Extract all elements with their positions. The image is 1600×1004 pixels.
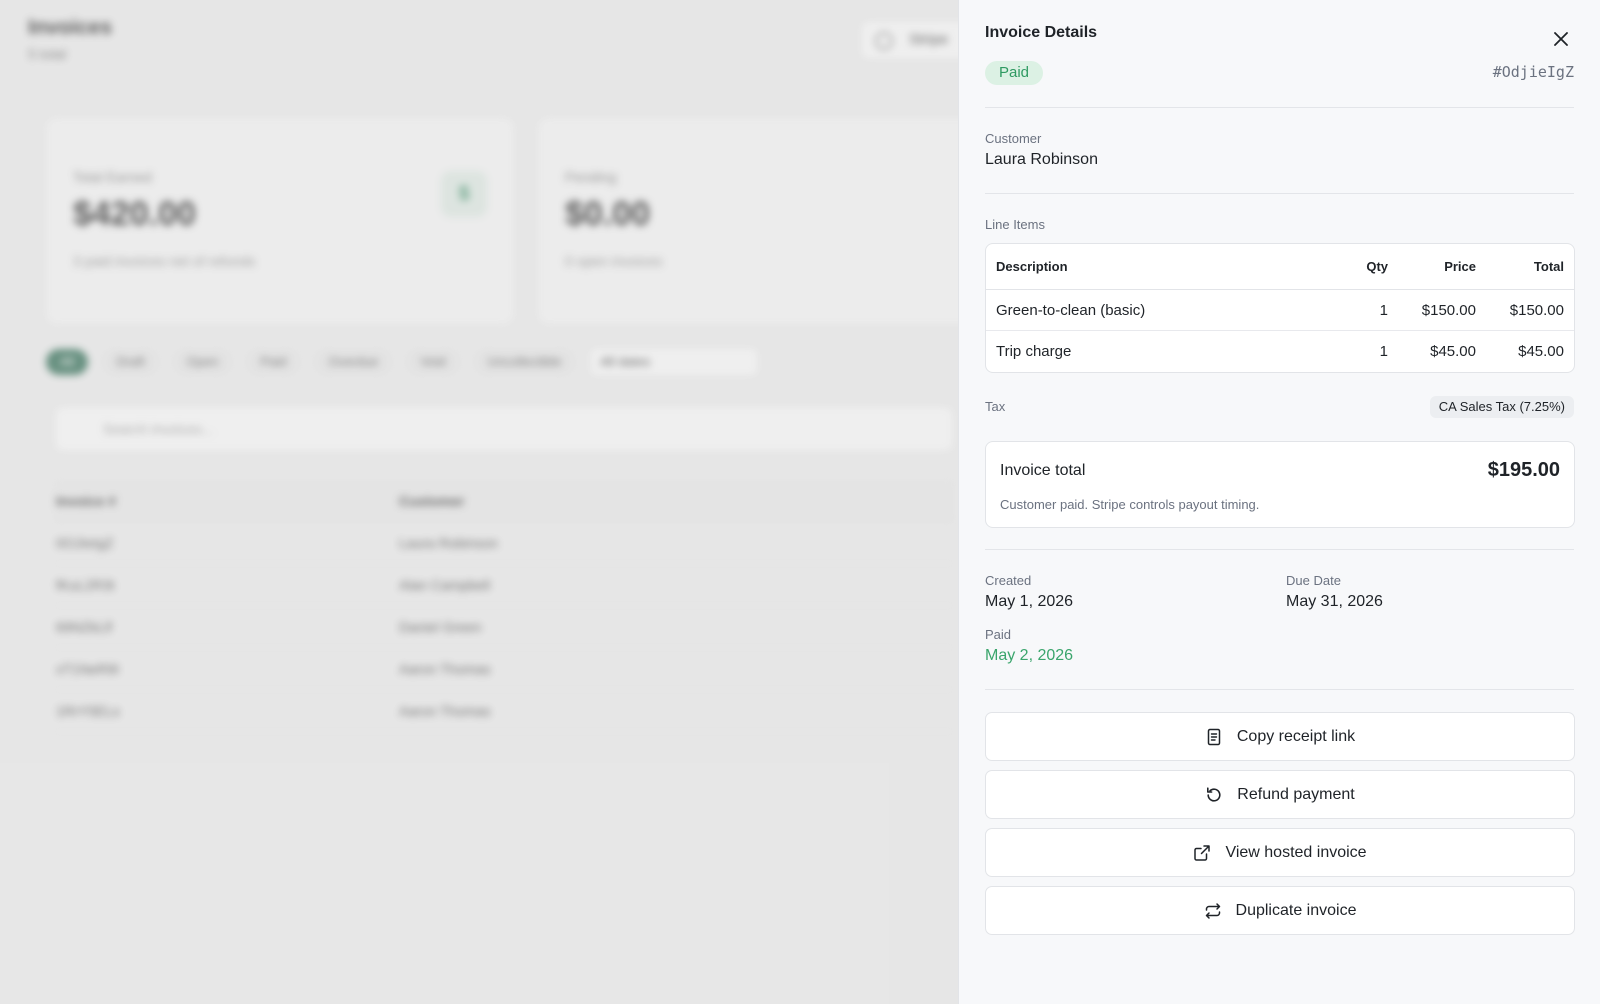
table-row: Green-to-clean (basic) 1 $150.00 $150.00 xyxy=(986,290,1574,331)
invoice-total-note: Customer paid. Stripe controls payout ti… xyxy=(1000,497,1260,512)
refund-payment-button[interactable]: Refund payment xyxy=(985,770,1575,819)
customer-label: Customer xyxy=(985,131,1042,146)
item-qty: 1 xyxy=(1379,301,1388,319)
divider xyxy=(985,689,1574,690)
invoice-total-label: Invoice total xyxy=(1000,462,1086,479)
repeat-icon xyxy=(1205,902,1220,919)
due-date-label: Due Date xyxy=(1286,573,1341,588)
table-row: Trip charge 1 $45.00 $45.00 xyxy=(986,331,1574,372)
divider xyxy=(985,193,1574,194)
item-total: $150.00 xyxy=(1509,301,1564,319)
invoice-total-card: Invoice total $195.00 Customer paid. Str… xyxy=(985,441,1575,528)
created-label: Created xyxy=(985,573,1032,588)
item-price: $45.00 xyxy=(1430,343,1476,360)
duplicate-invoice-label: Duplicate invoice xyxy=(1235,901,1357,919)
external-link-icon xyxy=(1194,844,1211,861)
close-button[interactable] xyxy=(1548,26,1574,52)
line-items-label: Line Items xyxy=(985,217,1045,232)
item-qty: 1 xyxy=(1379,343,1388,360)
copy-receipt-link-button[interactable]: Copy receipt link xyxy=(985,712,1575,761)
invoice-total-amount: $195.00 xyxy=(1487,459,1560,481)
copy-receipt-link-label: Copy receipt link xyxy=(1236,727,1356,745)
column-total: Total xyxy=(1533,259,1564,274)
created-date: May 1, 2026 xyxy=(985,593,1074,610)
column-qty: Qty xyxy=(1366,259,1388,274)
customer-name: Laura Robinson xyxy=(985,151,1098,168)
item-description: Trip charge xyxy=(996,343,1072,360)
view-hosted-invoice-button[interactable]: View hosted invoice xyxy=(985,828,1575,877)
view-hosted-invoice-label: View hosted invoice xyxy=(1225,843,1367,861)
line-items-header: Description Qty Price Total xyxy=(986,244,1574,290)
column-price: Price xyxy=(1444,259,1476,274)
item-total: $45.00 xyxy=(1518,343,1564,360)
paid-date: May 2, 2026 xyxy=(985,647,1074,664)
invoice-details-drawer: Invoice Details Paid #OdjieIgZ Customer … xyxy=(958,0,1600,1004)
line-items-table: Description Qty Price Total Green-to-cle… xyxy=(985,243,1575,373)
tax-badge: CA Sales Tax (7.25%) xyxy=(1429,396,1574,418)
duplicate-invoice-button[interactable]: Duplicate invoice xyxy=(985,886,1575,935)
invoice-id: #OdjieIgZ xyxy=(1492,63,1574,81)
drawer-title: Invoice Details xyxy=(985,24,1098,41)
item-description: Green-to-clean (basic) xyxy=(996,301,1146,319)
receipt-icon xyxy=(1207,728,1221,745)
tax-label: Tax xyxy=(985,399,1006,414)
paid-label: Paid xyxy=(985,627,1012,642)
modal-scrim[interactable] xyxy=(0,0,960,1004)
refund-payment-label: Refund payment xyxy=(1237,785,1355,803)
divider xyxy=(985,107,1574,108)
due-date: May 31, 2026 xyxy=(1286,593,1383,610)
item-price: $150.00 xyxy=(1421,301,1476,319)
refund-icon xyxy=(1207,786,1221,802)
column-description: Description xyxy=(996,259,1068,274)
background-invoices-page: Invoices 5 total Stripe Total Earned $42… xyxy=(0,0,960,1004)
close-icon xyxy=(1554,32,1568,46)
divider xyxy=(985,549,1574,550)
status-badge: Paid xyxy=(985,61,1044,85)
